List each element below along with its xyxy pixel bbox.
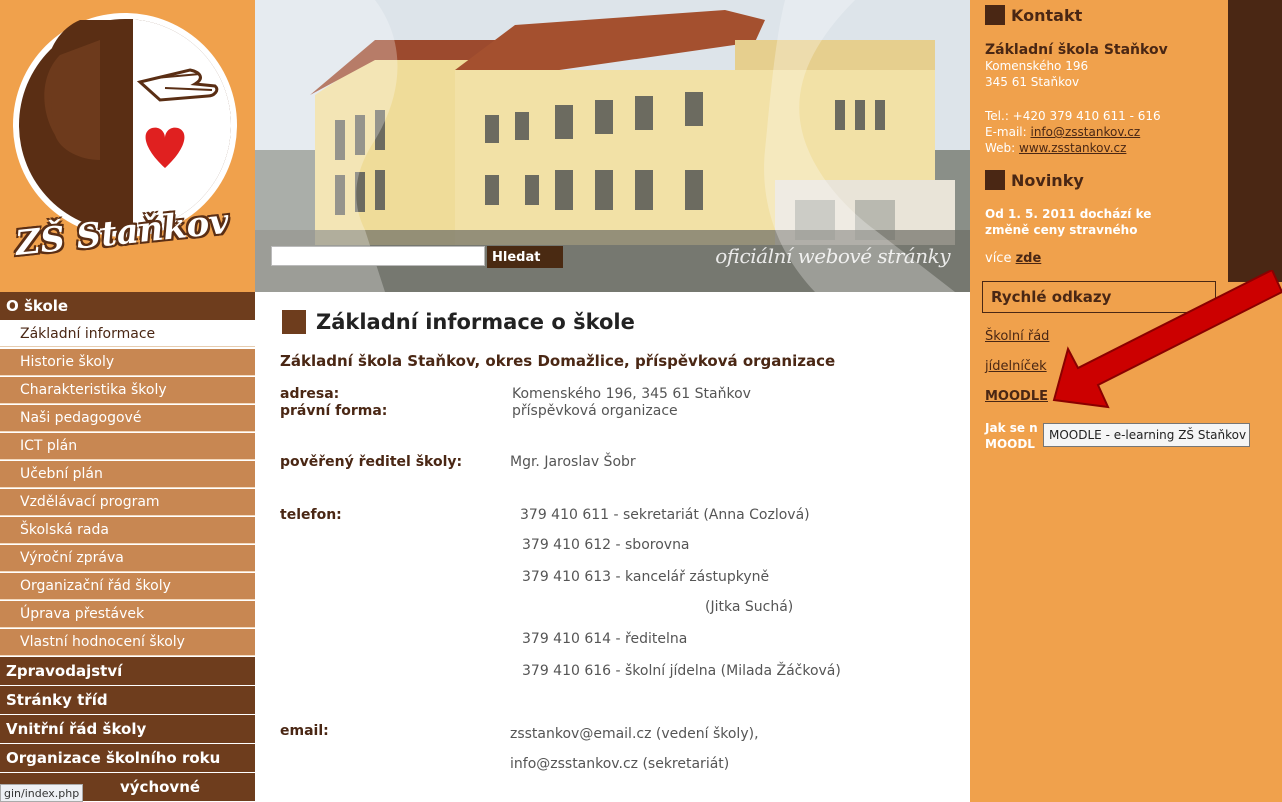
link-jidelnicek[interactable]: jídelníček — [985, 359, 1047, 374]
nav-item-vlastni-hodnoceni[interactable]: Vlastní hodnocení školy — [0, 629, 255, 656]
nav-item-organizacni-rad[interactable]: Organizační řád školy — [0, 573, 255, 600]
nav-item-historie-skoly[interactable]: Historie školy — [0, 349, 255, 376]
novinky-square-icon — [985, 170, 1005, 190]
nav-section-organizace-roku[interactable]: Organizace školního roku — [0, 744, 255, 772]
banner-tagline: oficiální webové stránky — [715, 244, 950, 268]
nav-section-o-skole[interactable]: O škole — [0, 292, 255, 320]
novinky-more: více zde — [985, 251, 1041, 267]
email-link[interactable]: info@zsstankov.cz — [1030, 125, 1140, 139]
kontakt-square-icon — [985, 5, 1005, 25]
school-logo[interactable]: ZŠ Staňkov — [0, 0, 255, 292]
nav-item-charakteristika-skoly[interactable]: Charakteristika školy — [0, 377, 255, 404]
nav-section-stranky-trid[interactable]: Stránky tříd — [0, 686, 255, 714]
nav-item-zakladni-informace[interactable]: Základní informace — [0, 321, 255, 347]
more-link[interactable]: zde — [1016, 251, 1042, 266]
main-content: Základní informace o škole Základní škol… — [270, 292, 960, 802]
search-input[interactable] — [271, 246, 485, 266]
partial-text-1: Jak se n — [985, 421, 1038, 435]
email-label: E-mail: — [985, 125, 1031, 139]
school-city: 345 61 Staňkov — [985, 75, 1080, 89]
email-line: info@zsstankov.cz (sekretariát) — [510, 756, 730, 772]
email-line: zsstankov@email.cz (vedení školy), — [510, 726, 759, 742]
nav-item-skolska-rada[interactable]: Školská rada — [0, 517, 255, 544]
kontakt-details: Tel.: +420 379 410 611 - 616 E-mail: inf… — [985, 108, 1161, 156]
title-square-icon — [282, 310, 306, 334]
nav-section-zpravodajstvi[interactable]: Zpravodajství — [0, 657, 255, 685]
nav-item-vyrocni-zprava[interactable]: Výroční zpráva — [0, 545, 255, 572]
moodle-tooltip: MOODLE - e-learning ZŠ Staňkov — [1043, 423, 1250, 447]
value-reditel: Mgr. Jaroslav Šobr — [510, 454, 636, 470]
partial-text-2: MOODL — [985, 437, 1035, 451]
nav-section-vnitrni-rad[interactable]: Vnitřní řád školy — [0, 715, 255, 743]
label-adresa: adresa: — [280, 386, 340, 402]
search-button[interactable]: Hledat — [487, 246, 563, 268]
phone-line: 379 410 613 - kancelář zástupkyně — [522, 569, 770, 585]
browser-status-url: gin/index.php — [0, 784, 84, 802]
novinky-heading: Novinky — [985, 170, 1084, 190]
label-email: email: — [280, 723, 329, 739]
kontakt-block: Základní škola Staňkov Komenského 196 34… — [985, 42, 1168, 90]
phone-line: 379 410 612 - sborovna — [522, 537, 690, 553]
header-banner: Hledat oficiální webové stránky — [255, 0, 970, 292]
page-title-text: Základní informace o škole — [316, 310, 635, 334]
phone-line: 379 410 614 - ředitelna — [522, 631, 688, 647]
novinky-text: Od 1. 5. 2011 dochází ke změně ceny stra… — [985, 207, 1152, 237]
kontakt-heading: Kontakt — [985, 5, 1082, 25]
label-telefon: telefon: — [280, 507, 342, 523]
nav-item-uprava-prestavek[interactable]: Úprava přestávek — [0, 601, 255, 628]
value-pravni-forma: příspěvková organizace — [512, 403, 678, 419]
page-title: Základní informace o škole — [282, 310, 635, 334]
label-pravni-forma: právní forma: — [280, 403, 388, 419]
red-arrow-icon — [1052, 270, 1282, 409]
web-link[interactable]: www.zsstankov.cz — [1019, 141, 1126, 155]
nav-item-vzdelavaci-program[interactable]: Vzdělávací program — [0, 489, 255, 516]
nav-item-nasi-pedagogove[interactable]: Naši pedagogové — [0, 405, 255, 432]
left-navigation: O škole Základní informace Historie škol… — [0, 292, 255, 802]
web-label: Web: — [985, 141, 1020, 155]
annotation-arrow — [1052, 270, 1282, 409]
novinky-title: Novinky — [1011, 170, 1084, 190]
nav-item-ucebni-plan[interactable]: Učební plán — [0, 461, 255, 488]
page-subtitle: Základní škola Staňkov, okres Domažlice,… — [280, 352, 836, 370]
value-adresa: Komenského 196, 345 61 Staňkov — [512, 386, 751, 402]
link-moodle[interactable]: MOODLE — [985, 389, 1048, 404]
school-name: Základní škola Staňkov — [985, 42, 1168, 58]
phone-line: 379 410 611 - sekretariát (Anna Cozlová) — [520, 507, 810, 523]
school-street: Komenského 196 — [985, 59, 1089, 73]
more-label: více — [985, 251, 1016, 266]
kontakt-title: Kontakt — [1011, 5, 1083, 25]
phone-line: (Jitka Suchá) — [705, 599, 794, 615]
phone-line: 379 410 616 - školní jídelna (Milada Žáč… — [522, 663, 841, 679]
right-edge-dark — [1228, 0, 1282, 282]
label-reditel: pověřený ředitel školy: — [280, 454, 463, 470]
nav-item-ict-plan[interactable]: ICT plán — [0, 433, 255, 460]
tel: Tel.: +420 379 410 611 - 616 — [985, 109, 1161, 123]
